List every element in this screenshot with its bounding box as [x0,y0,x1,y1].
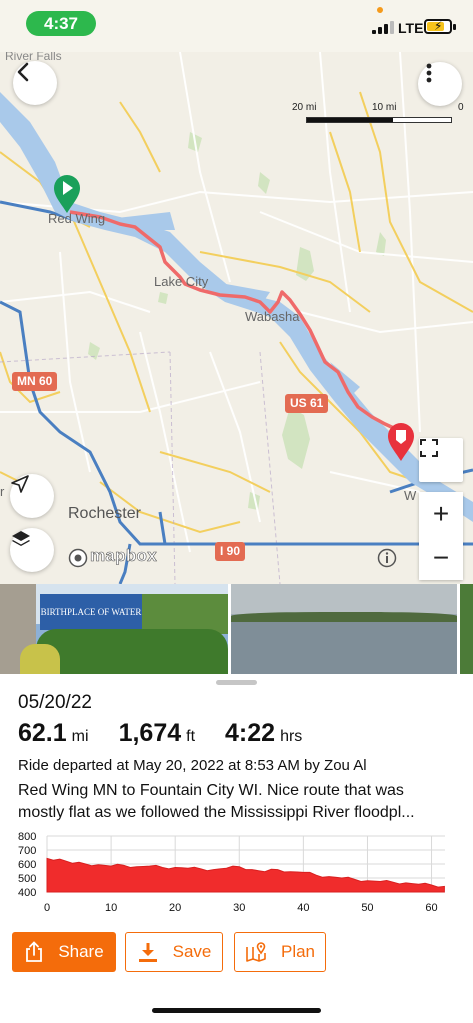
map-label-rochester: Rochester [68,505,141,522]
duration-unit: hrs [280,728,303,745]
zoom-in-button[interactable]: + [419,492,463,536]
photo-shrub [20,644,60,674]
route-map[interactable]: River Falls Red Wing Lake City Wabasha R… [0,52,473,584]
elevation-x-labels: 0 10 20 30 40 50 60 [44,902,438,914]
scale-label-right: 0 [458,102,464,113]
more-options-button[interactable] [418,62,462,106]
map-label-winona: W [404,488,417,503]
layers-button[interactable] [10,528,54,572]
network-type: LTE [398,20,424,36]
y-tick-label: 600 [18,859,36,871]
camera-indicator-icon [377,7,383,13]
share-label: Share [58,942,104,961]
x-tick-label: 10 [105,902,117,914]
locate-button[interactable] [10,474,54,518]
x-tick-label: 40 [297,902,309,914]
share-icon [26,941,43,962]
mapbox-logo-icon [68,548,88,568]
home-indicator[interactable] [152,1008,321,1013]
ride-date: 05/20/22 [18,692,92,713]
photo-river[interactable] [231,584,457,674]
info-icon[interactable] [377,548,397,568]
x-tick-label: 0 [44,902,50,914]
map-pin-plan-icon [246,942,266,962]
x-tick-label: 30 [233,902,245,914]
map-label-wabasha: Wabasha [245,309,300,324]
battery-tip [453,24,456,30]
map-parks [88,132,386,510]
save-label: Save [172,942,212,961]
status-bar: 4:37 LTE ⚡ [0,0,473,52]
plan-label: Plan [280,942,316,961]
layers-icon [12,531,30,546]
back-button[interactable] [13,61,57,105]
y-tick-label: 500 [18,873,36,885]
photo-partial[interactable] [460,584,473,674]
photo-river-bluffs [231,612,457,622]
photo-strip[interactable]: BIRTHPLACE OF WATER SKIING [0,584,473,674]
map-label-edge: r [0,484,5,499]
scale-bar [306,117,452,123]
x-tick-label: 50 [361,902,373,914]
map-label-lake-city: Lake City [154,274,209,289]
plan-button[interactable]: Plan [234,932,326,972]
fullscreen-button[interactable] [419,438,463,482]
drag-handle[interactable] [216,680,257,685]
elevation-chart[interactable]: 800 700 600 500 400 0 10 20 30 40 50 60 [0,826,473,922]
scale-label-left: 20 mi [292,102,317,113]
status-time: 4:37 [26,11,96,36]
ride-stats: 62.1 mi 1,674 ft 4:22 hrs [18,719,332,748]
locate-icon [11,475,29,493]
x-tick-label: 20 [169,902,181,914]
shield-mn60: MN 60 [12,372,58,391]
photo-sign[interactable]: BIRTHPLACE OF WATER SKIING [0,584,228,674]
start-flag-icon[interactable] [52,174,82,214]
battery-icon: ⚡ [424,19,452,34]
elevation-unit: ft [186,728,196,745]
distance-unit: mi [71,728,89,745]
fullscreen-icon [420,439,438,457]
photo-river-sky [231,584,457,614]
description-line-2: mostly flat as we followed the Mississip… [18,804,415,821]
download-icon [138,943,157,962]
zoom-control: + − [419,492,463,580]
ride-description[interactable]: Red Wing MN to Fountain City WI. Nice ro… [18,780,463,824]
cellular-signal-icon [372,20,396,34]
y-tick-label: 700 [18,845,36,857]
more-vertical-icon [426,63,432,83]
mapbox-attribution[interactable]: mapbox [90,546,157,566]
zoom-out-button[interactable]: − [419,536,463,580]
duration-value: 4:22 [225,719,276,747]
description-line-1: Red Wing MN to Fountain City WI. Nice ro… [18,782,404,799]
photo-trees [140,594,228,634]
y-tick-label: 400 [18,887,36,899]
photo-river-water [231,622,457,674]
photo-hedge [36,629,228,674]
y-tick-label: 800 [18,831,36,843]
shield-i90: I 90 [215,542,246,561]
ride-departed: Ride departed at May 20, 2022 at 8:53 AM… [18,757,367,774]
elevation-y-labels: 800 700 600 500 400 [18,831,36,899]
elevation-area [46,857,445,893]
x-tick-label: 60 [425,902,437,914]
elevation-value: 1,674 [118,719,182,747]
map-scale: 20 mi 10 mi 0 [292,102,468,130]
shield-us61: US 61 [285,394,329,413]
back-chevron-icon [17,62,29,82]
end-pin-icon[interactable] [386,422,416,462]
scale-label-middle: 10 mi [372,102,397,113]
photo-sign-board: BIRTHPLACE OF WATER SKIING [40,594,142,653]
save-button[interactable]: Save [125,932,223,972]
share-button[interactable]: Share [12,932,116,972]
distance-value: 62.1 [18,719,67,747]
